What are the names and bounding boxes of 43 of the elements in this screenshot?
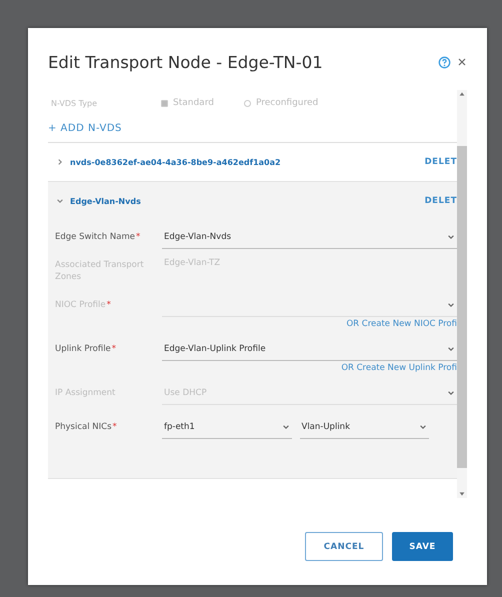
- required-mark: *: [112, 344, 116, 354]
- field-label: N-VDS Type: [51, 98, 98, 108]
- cancel-button[interactable]: CANCEL: [305, 532, 383, 561]
- chevron-right-icon[interactable]: [56, 158, 64, 166]
- dialog-title: Edit Transport Node - Edge-TN-01: [48, 52, 323, 72]
- chevron-down-icon: [447, 344, 455, 352]
- dropdown: Use DHCP: [162, 382, 457, 404]
- switch-name-link[interactable]: nvds-0e8362ef-ae04-4a36-8be9-a462edf1a0a2: [70, 158, 425, 166]
- field-label: IP Assignment: [55, 388, 116, 398]
- field-value: Edge-Vlan-TZ: [163, 257, 222, 268]
- chevron-down-icon: [282, 422, 290, 430]
- radio-label: Standard: [173, 98, 214, 108]
- scroll-up-icon[interactable]: [458, 90, 466, 98]
- field-label: Uplink Profile: [55, 344, 111, 354]
- scrollbar-thumb[interactable]: [457, 146, 467, 468]
- chevron-down-icon: [447, 300, 455, 308]
- required-mark: *: [106, 300, 111, 310]
- chevron-down-icon: [447, 388, 455, 396]
- field-label: Physical NICs: [55, 422, 112, 432]
- field-label: Edge Switch Name: [55, 232, 135, 242]
- field-label: Associated Transport Zones: [55, 260, 144, 282]
- delete-link[interactable]: DELET: [424, 196, 457, 206]
- chevron-down-icon: [419, 422, 427, 430]
- chevron-down-icon: [447, 232, 455, 240]
- radio-label: Preconfigured: [256, 98, 318, 108]
- required-mark: *: [136, 232, 140, 242]
- scrollbar[interactable]: [457, 90, 467, 498]
- dropdown[interactable]: Vlan-Uplink: [300, 416, 429, 438]
- required-mark: *: [112, 422, 117, 432]
- dropdown[interactable]: fp-eth1: [162, 416, 292, 438]
- add-nvds-link[interactable]: + ADD N-VDS: [48, 114, 457, 143]
- chevron-down-icon[interactable]: [56, 197, 64, 205]
- create-profile-link[interactable]: OR Create New Uplink Profi: [341, 363, 457, 373]
- field-label: NIOC Profile: [55, 300, 106, 310]
- delete-link[interactable]: DELET: [424, 157, 457, 167]
- help-icon[interactable]: [438, 56, 451, 68]
- dropdown[interactable]: Edge-Vlan-Uplink Profile: [162, 338, 457, 360]
- create-profile-link[interactable]: OR Create New NIOC Profi: [346, 319, 457, 329]
- save-button[interactable]: SAVE: [392, 532, 453, 561]
- close-icon[interactable]: [457, 57, 467, 67]
- dropdown[interactable]: Edge-Vlan-Nvds: [162, 226, 457, 248]
- scroll-down-icon[interactable]: [458, 490, 466, 498]
- switch-name-link[interactable]: Edge-Vlan-Nvds: [70, 196, 425, 206]
